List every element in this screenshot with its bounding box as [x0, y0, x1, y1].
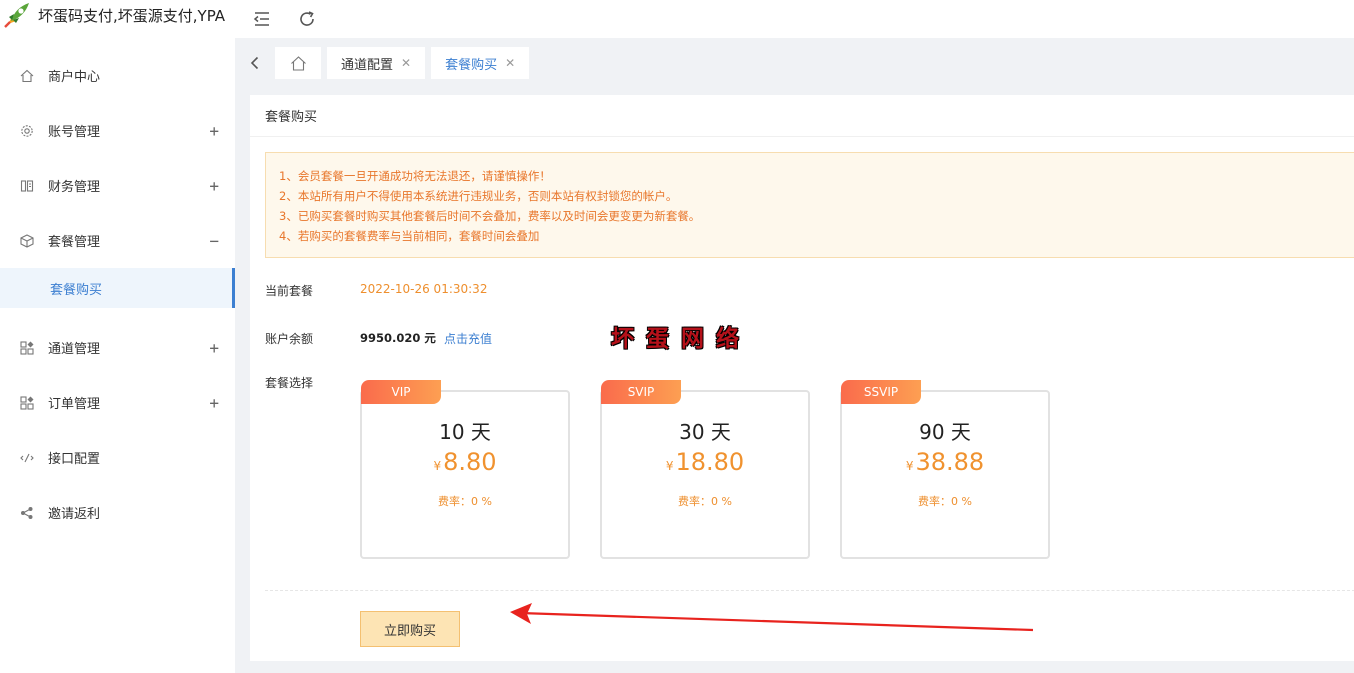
- content-panel: 套餐购买 1、会员套餐一旦开通成功将无法退还，请谨慎操作！ 2、本站所有用户不得…: [250, 95, 1354, 661]
- sidebar-item-label: 接口配置: [48, 452, 101, 467]
- home-icon: [20, 69, 34, 83]
- tab-package-buy[interactable]: 套餐购买 ✕: [431, 47, 530, 79]
- plan-price: ¥38.88: [842, 448, 1048, 476]
- annotation-arrow-icon: [510, 603, 1034, 632]
- expand-icon[interactable]: +: [209, 121, 219, 140]
- current-plan-label: 当前套餐: [265, 284, 314, 298]
- currency-symbol: ¥: [905, 459, 914, 473]
- plan-badge: VIP: [361, 380, 441, 404]
- notice-line: 1、会员套餐一旦开通成功将无法退还，请谨慎操作！: [279, 169, 551, 183]
- tab-channel-config[interactable]: 通道配置 ✕: [327, 47, 426, 79]
- plan-card-vip[interactable]: VIP 10 天 ¥8.80 费率：0 %: [360, 380, 570, 559]
- plan-rate: 费率：0 %: [918, 495, 972, 508]
- watermark-text: 坏蛋网络: [611, 325, 751, 352]
- sidebar: 坏蛋码支付,坏蛋源支付,YPA 商户中心 账号管理 + 财务管理 + 套餐管理 …: [0, 0, 235, 673]
- sidebar-item-label: 订单管理: [48, 397, 101, 412]
- refresh-icon[interactable]: [298, 10, 316, 28]
- plan-price-value: 38.88: [915, 448, 985, 476]
- collapse-icon[interactable]: −: [209, 231, 219, 250]
- sidebar-item-label: 套餐管理: [48, 235, 101, 250]
- sidebar-item-merchant-center[interactable]: 商户中心: [0, 48, 235, 103]
- top-bar: [235, 0, 1354, 38]
- divider: [265, 590, 1354, 591]
- home-icon: [290, 55, 306, 71]
- balance-value: 9950.020 元: [360, 331, 436, 345]
- currency-symbol: ¥: [433, 459, 442, 473]
- brand: 坏蛋码支付,坏蛋源支付,YPA: [0, 0, 235, 30]
- plan-days: 90 天: [919, 420, 971, 444]
- plan-card-svip[interactable]: SVIP 30 天 ¥18.80 费率：0 %: [600, 380, 810, 559]
- sidebar-subitem-package-buy[interactable]: 套餐购买: [0, 268, 235, 308]
- expand-icon[interactable]: +: [209, 338, 219, 357]
- sidebar-item-invite[interactable]: 邀请返利: [0, 485, 235, 540]
- notice-line: 3、已购买套餐时购买其他套餐后时间不会叠加，费率以及时间会更变更为新套餐。: [279, 209, 701, 223]
- sidebar-item-finance[interactable]: 财务管理 +: [0, 158, 235, 213]
- tab-label: 套餐购买: [445, 57, 498, 73]
- api-icon: [20, 451, 34, 465]
- plan-rate: 费率：0 %: [678, 495, 732, 508]
- plan-price: ¥18.80: [602, 448, 808, 476]
- notice-line: 4、若购买的套餐费率与当前相同，套餐时间会叠加: [279, 229, 540, 243]
- cube-icon: [20, 233, 34, 248]
- plan-badge: SVIP: [601, 380, 681, 404]
- menu-fold-icon[interactable]: [253, 10, 271, 28]
- plan-days: 10 天: [439, 420, 491, 444]
- sidebar-item-orders[interactable]: 订单管理 +: [0, 375, 235, 430]
- expand-icon[interactable]: +: [209, 393, 219, 412]
- buy-now-button[interactable]: 立即购买: [360, 611, 460, 647]
- gear-icon: [20, 124, 34, 138]
- plan-rate: 费率：0 %: [438, 495, 492, 508]
- app-title: 坏蛋码支付,坏蛋源支付,YPA: [38, 6, 226, 25]
- expand-icon[interactable]: +: [209, 176, 219, 195]
- plan-price-value: 8.80: [443, 448, 497, 476]
- grid-icon: [20, 340, 34, 355]
- ledger-icon: [20, 179, 34, 193]
- sidebar-item-account[interactable]: 账号管理 +: [0, 103, 235, 158]
- close-icon[interactable]: ✕: [401, 56, 411, 70]
- rocket-logo-icon: [4, 3, 29, 28]
- tab-bar: 通道配置 ✕ 套餐购买 ✕: [235, 38, 1354, 88]
- plan-price: ¥8.80: [362, 448, 568, 476]
- recharge-link[interactable]: 点击充值: [444, 330, 492, 347]
- sidebar-item-label: 财务管理: [48, 180, 101, 195]
- sidebar-item-api-config[interactable]: 接口配置: [0, 430, 235, 485]
- chevron-left-icon[interactable]: [247, 55, 263, 71]
- plan-badge: SSVIP: [841, 380, 921, 404]
- share-icon: [20, 506, 34, 520]
- plan-days: 30 天: [679, 420, 731, 444]
- sidebar-item-label: 邀请返利: [48, 507, 101, 522]
- plan-select-label: 套餐选择: [265, 376, 314, 390]
- close-icon[interactable]: ✕: [505, 56, 515, 70]
- plan-card-ssvip[interactable]: SSVIP 90 天 ¥38.88 费率：0 %: [840, 380, 1050, 559]
- balance-label: 账户余额: [265, 332, 314, 346]
- sidebar-item-label: 商户中心: [48, 70, 101, 85]
- grid-icon: [20, 395, 34, 410]
- tab-home[interactable]: [275, 47, 321, 79]
- currency-symbol: ¥: [665, 459, 674, 473]
- plan-price-value: 18.80: [675, 448, 745, 476]
- sidebar-item-label: 通道管理: [48, 342, 101, 357]
- current-plan-expiry: 2022-10-26 01:30:32: [360, 282, 488, 296]
- notice-box: 1、会员套餐一旦开通成功将无法退还，请谨慎操作！ 2、本站所有用户不得使用本系统…: [265, 152, 1354, 258]
- sidebar-menu: 商户中心 账号管理 + 财务管理 + 套餐管理 − 套餐购买 通道管理 + 订单…: [0, 48, 235, 540]
- sidebar-item-label: 账号管理: [48, 125, 101, 140]
- notice-line: 2、本站所有用户不得使用本系统进行违规业务，否则本站有权封锁您的帐户。: [279, 189, 678, 203]
- page-title: 套餐购买: [250, 95, 1354, 137]
- sidebar-item-channel[interactable]: 通道管理 +: [0, 320, 235, 375]
- sidebar-item-package[interactable]: 套餐管理 −: [0, 213, 235, 268]
- tab-label: 通道配置: [341, 57, 394, 73]
